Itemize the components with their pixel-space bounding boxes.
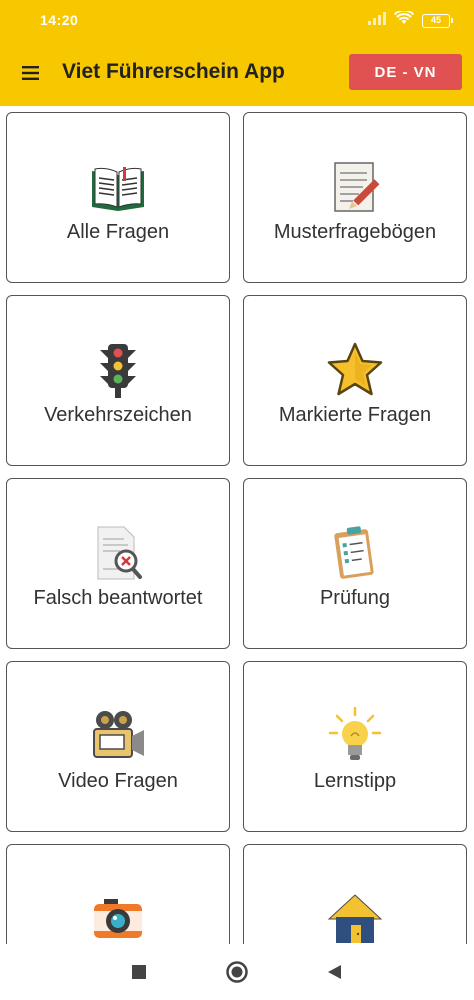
- menu-card-label: Prüfung: [319, 587, 391, 609]
- menu-card-markierte-fragen[interactable]: Markierte Fragen: [243, 295, 467, 466]
- traffic-light-icon: [88, 340, 148, 400]
- square-recents-icon[interactable]: [127, 960, 151, 984]
- app-bar: Viet Führerschein App DE - VN: [0, 40, 474, 106]
- menu-card-alle-fragen[interactable]: Alle Fragen: [6, 112, 230, 283]
- status-icons: 45: [368, 9, 453, 30]
- app-title: Viet Führerschein App: [62, 60, 285, 83]
- video-camera-icon: [88, 706, 148, 766]
- menu-card-label: Alle Fragen: [66, 221, 170, 243]
- menu-card-pruefung[interactable]: Prüfung: [243, 478, 467, 649]
- clipboard-checklist-icon: [325, 523, 385, 583]
- menu-card-label: Lernstipp: [313, 770, 397, 792]
- star-icon: [325, 340, 385, 400]
- menu-grid: Alle Fragen Musterfragebögen Verkehrszei…: [0, 106, 474, 944]
- triangle-back-icon[interactable]: [323, 960, 347, 984]
- menu-card-lernstipp[interactable]: Lernstipp: [243, 661, 467, 832]
- battery-icon: 45: [422, 13, 453, 28]
- menu-card-video-fragen[interactable]: Video Fragen: [6, 661, 230, 832]
- menu-card-label: Falsch beantwortet: [33, 587, 203, 609]
- status-time: 14:20: [40, 12, 79, 28]
- wifi-icon: [393, 9, 415, 30]
- menu-card-falsch-beantwortet[interactable]: Falsch beantwortet: [6, 478, 230, 649]
- lightbulb-icon: [325, 706, 385, 766]
- hamburger-menu-icon[interactable]: [20, 62, 42, 84]
- menu-card-label: Musterfragebögen: [273, 221, 437, 243]
- language-toggle-button[interactable]: DE - VN: [349, 54, 462, 90]
- system-navigation-bar: [0, 944, 474, 1000]
- signal-icon: [368, 11, 386, 30]
- menu-card-label: Verkehrszeichen: [44, 404, 192, 426]
- menu-card-home[interactable]: [243, 844, 467, 944]
- house-icon: [325, 889, 385, 944]
- open-book-icon: [88, 157, 148, 217]
- menu-card-photo[interactable]: [6, 844, 230, 944]
- menu-card-verkehrszeichen[interactable]: Verkehrszeichen: [6, 295, 230, 466]
- document-wrong-icon: [88, 523, 148, 583]
- menu-card-musterfrageboegen[interactable]: Musterfragebögen: [243, 112, 467, 283]
- notepad-pencil-icon: [325, 157, 385, 217]
- menu-card-label: Markierte Fragen: [278, 404, 432, 426]
- photo-camera-icon: [88, 889, 148, 944]
- circle-home-icon[interactable]: [225, 960, 249, 984]
- status-bar: 14:20 45: [0, 0, 474, 40]
- menu-card-label: Video Fragen: [58, 770, 178, 792]
